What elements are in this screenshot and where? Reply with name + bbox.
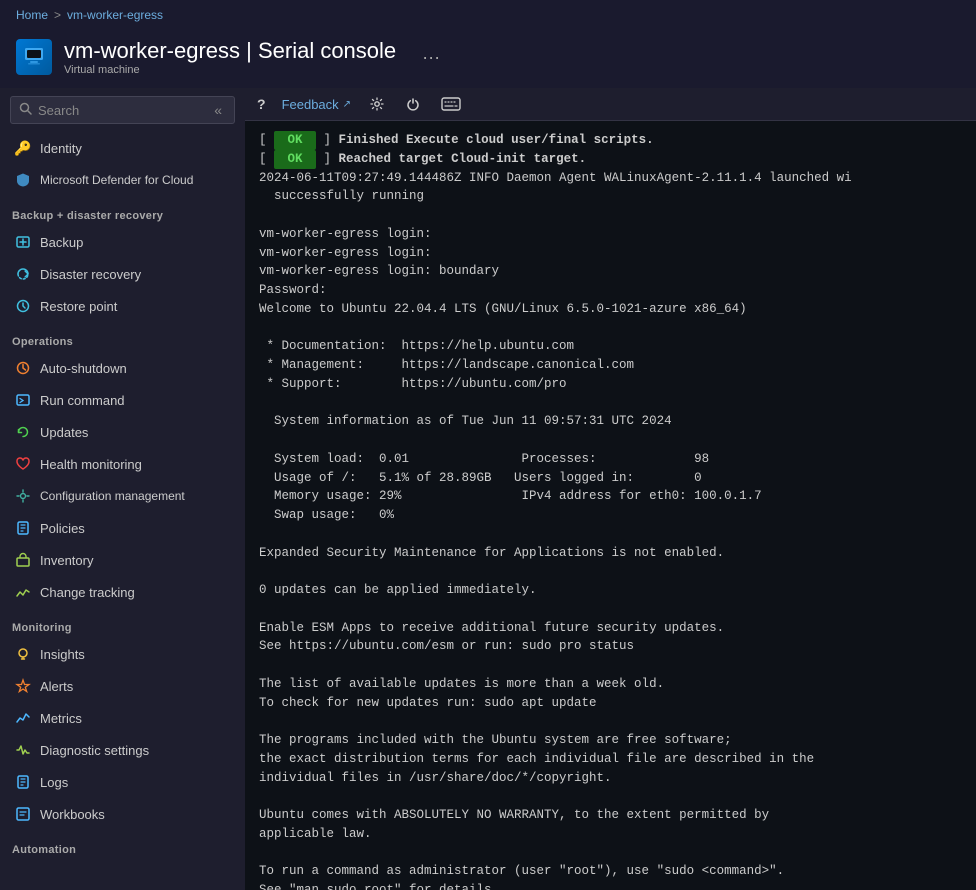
policies-icon: [14, 519, 32, 537]
power-button[interactable]: [403, 94, 423, 114]
section-operations-header: Operations: [0, 326, 245, 352]
logs-icon: [14, 773, 32, 791]
sidebar-item-label: Auto-shutdown: [40, 361, 127, 376]
sidebar-item-label: Identity: [40, 141, 82, 156]
sidebar-item-insights[interactable]: Insights: [0, 638, 245, 670]
sidebar-item-label: Policies: [40, 521, 85, 536]
sidebar-item-defender[interactable]: Microsoft Defender for Cloud: [0, 164, 245, 196]
search-icon: [19, 102, 32, 118]
keyboard-button[interactable]: [439, 95, 463, 113]
section-monitoring-header: Monitoring: [0, 612, 245, 638]
alerts-icon: [14, 677, 32, 695]
ellipsis-button[interactable]: ···: [416, 45, 446, 70]
external-link-icon: ↗: [343, 99, 351, 110]
metrics-icon: [14, 709, 32, 727]
sidebar-item-identity[interactable]: 🔑 Identity: [0, 132, 245, 164]
diagnostic-settings-icon: [14, 741, 32, 759]
restore-point-icon: [14, 297, 32, 315]
sidebar-item-label: Insights: [40, 647, 85, 662]
sidebar-item-label: Microsoft Defender for Cloud: [40, 173, 193, 187]
sidebar-item-backup[interactable]: Backup: [0, 226, 245, 258]
sidebar-item-label: Workbooks: [40, 807, 105, 822]
settings-button[interactable]: [367, 94, 387, 114]
sidebar-item-diagnostic-settings[interactable]: Diagnostic settings: [0, 734, 245, 766]
sidebar-item-workbooks[interactable]: Workbooks: [0, 798, 245, 830]
sidebar-item-auto-shutdown[interactable]: Auto-shutdown: [0, 352, 245, 384]
breadcrumb-home[interactable]: Home: [16, 8, 48, 22]
sidebar-item-label: Change tracking: [40, 585, 135, 600]
backup-icon: [14, 233, 32, 251]
page-subtitle: Virtual machine: [64, 64, 396, 76]
change-tracking-icon: [14, 583, 32, 601]
sidebar-item-label: Alerts: [40, 679, 73, 694]
sidebar-item-alerts[interactable]: Alerts: [0, 670, 245, 702]
help-button[interactable]: ?: [257, 96, 266, 112]
identity-icon: 🔑: [14, 139, 32, 157]
sidebar-item-change-tracking[interactable]: Change tracking: [0, 576, 245, 608]
sidebar-item-label: Metrics: [40, 711, 82, 726]
page-header: vm-worker-egress | Serial console Virtua…: [0, 30, 976, 88]
vm-icon: [23, 44, 45, 71]
sidebar-item-label: Configuration management: [40, 489, 185, 503]
page-title-section: vm-worker-egress | Serial console Virtua…: [64, 38, 396, 76]
sidebar-item-config-mgmt[interactable]: Configuration management: [0, 480, 245, 512]
sidebar-item-label: Diagnostic settings: [40, 743, 149, 758]
sidebar-item-health-monitoring[interactable]: Health monitoring: [0, 448, 245, 480]
breadcrumb: Home > vm-worker-egress: [0, 0, 976, 30]
sidebar-item-disaster-recovery[interactable]: Disaster recovery: [0, 258, 245, 290]
sidebar-item-label: Disaster recovery: [40, 267, 141, 282]
inventory-icon: [14, 551, 32, 569]
sidebar-item-label: Logs: [40, 775, 68, 790]
auto-shutdown-icon: [14, 359, 32, 377]
sidebar-item-metrics[interactable]: Metrics: [0, 702, 245, 734]
health-monitoring-icon: [14, 455, 32, 473]
sidebar-item-label: Backup: [40, 235, 83, 250]
sidebar-item-updates[interactable]: Updates: [0, 416, 245, 448]
main-layout: « 🔑 Identity Microsoft Defender for Clou…: [0, 88, 976, 890]
insights-icon: [14, 645, 32, 663]
terminal[interactable]: [ OK ] Finished Execute cloud user/final…: [245, 121, 976, 890]
sidebar-item-label: Health monitoring: [40, 457, 142, 472]
breadcrumb-separator: >: [54, 8, 61, 22]
sidebar-item-label: Updates: [40, 425, 88, 440]
page-title: vm-worker-egress | Serial console: [64, 38, 396, 64]
console-toolbar: ? Feedback ↗: [245, 88, 976, 121]
search-box[interactable]: «: [10, 96, 235, 124]
collapse-button[interactable]: «: [210, 102, 226, 118]
content-area: ? Feedback ↗: [245, 88, 976, 890]
sidebar: « 🔑 Identity Microsoft Defender for Clou…: [0, 88, 245, 890]
sidebar-item-label: Inventory: [40, 553, 93, 568]
workbooks-icon: [14, 805, 32, 823]
sidebar-item-logs[interactable]: Logs: [0, 766, 245, 798]
sidebar-item-label: Run command: [40, 393, 125, 408]
defender-icon: [14, 171, 32, 189]
search-input[interactable]: [38, 103, 204, 118]
sidebar-item-inventory[interactable]: Inventory: [0, 544, 245, 576]
sidebar-item-run-command[interactable]: Run command: [0, 384, 245, 416]
sidebar-item-label: Restore point: [40, 299, 117, 314]
disaster-recovery-icon: [14, 265, 32, 283]
sidebar-item-policies[interactable]: Policies: [0, 512, 245, 544]
updates-icon: [14, 423, 32, 441]
feedback-label: Feedback: [282, 97, 339, 112]
run-command-icon: [14, 391, 32, 409]
section-backup-header: Backup + disaster recovery: [0, 200, 245, 226]
config-mgmt-icon: [14, 487, 32, 505]
breadcrumb-current[interactable]: vm-worker-egress: [67, 8, 163, 22]
section-automation-header: Automation: [0, 834, 245, 860]
sidebar-item-restore-point[interactable]: Restore point: [0, 290, 245, 322]
feedback-link[interactable]: Feedback ↗: [282, 97, 351, 112]
vm-icon-wrapper: [16, 39, 52, 75]
